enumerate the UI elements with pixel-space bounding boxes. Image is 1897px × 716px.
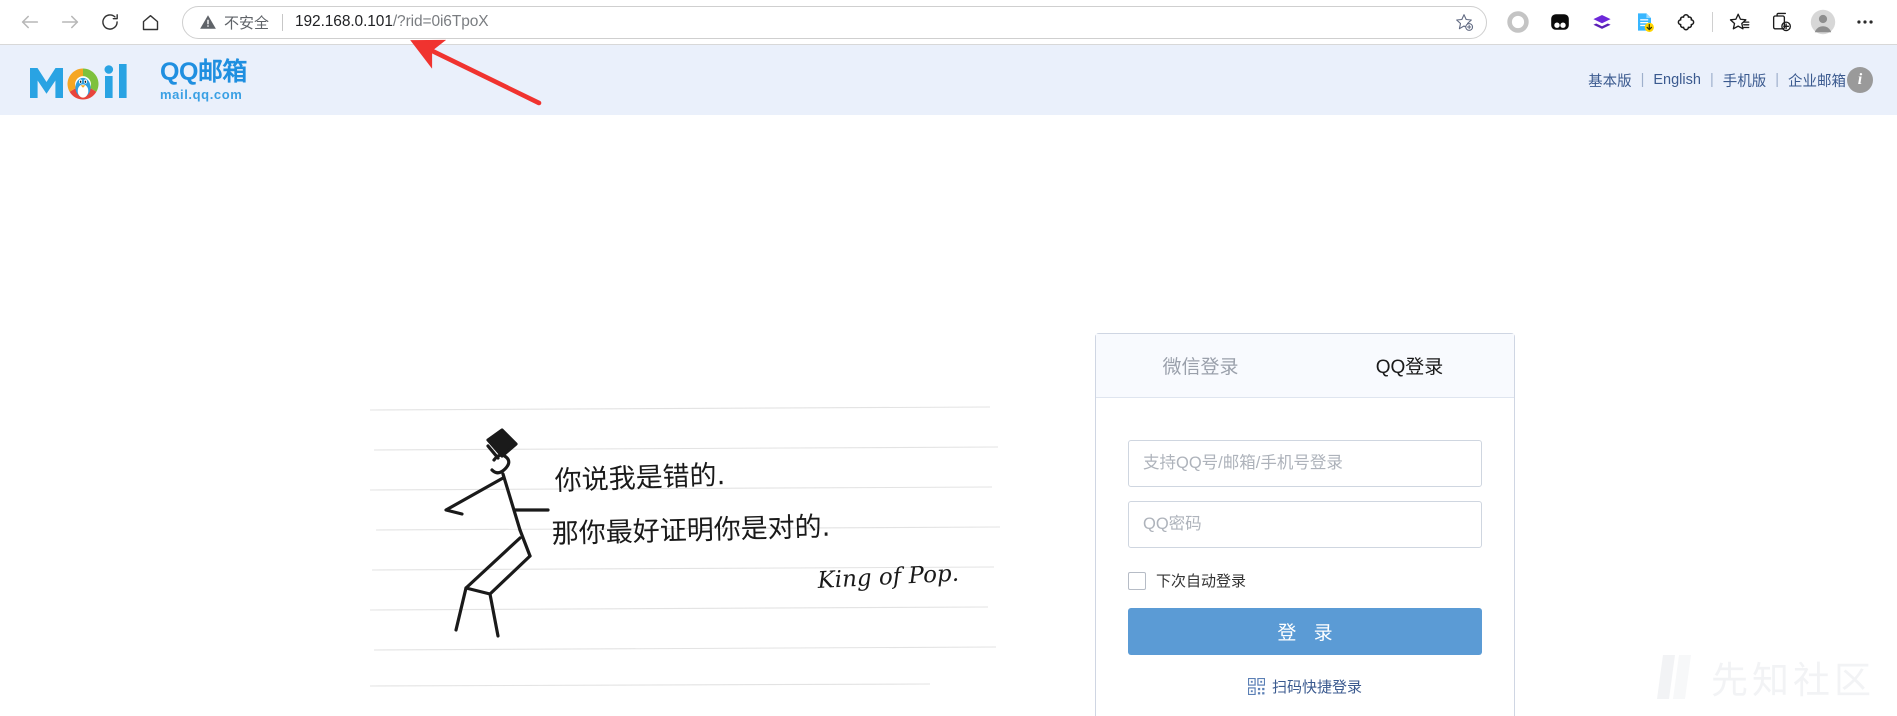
login-form: 下次自动登录 登 录 扫码快捷登录 xyxy=(1096,398,1514,697)
url-text[interactable]: 192.168.0.101/?rid=0i6TpoX xyxy=(295,13,1448,31)
toolbar-divider xyxy=(1712,12,1713,32)
header-link-enterprise[interactable]: 企业邮箱 xyxy=(1779,70,1855,91)
tab-wechat-login[interactable]: 微信登录 xyxy=(1096,334,1305,397)
security-label: 不安全 xyxy=(224,12,269,33)
watermark-logo-icon xyxy=(1657,651,1697,703)
url-host: 192.168.0.101 xyxy=(295,13,393,30)
home-icon xyxy=(140,12,161,33)
diamond-purple-icon xyxy=(1590,10,1614,34)
forward-button[interactable] xyxy=(50,5,90,39)
site-watermark: 先知社区 xyxy=(1657,650,1875,704)
extension-dark-icon-button[interactable] xyxy=(1539,5,1581,39)
favorites-star-icon-button[interactable] xyxy=(1718,5,1760,39)
mail-logo-icon xyxy=(26,56,154,104)
extensions-puzzle-icon xyxy=(1674,10,1698,34)
handwriting-line-3: King of Pop. xyxy=(816,561,960,594)
add-favorite-button[interactable] xyxy=(1448,6,1480,38)
address-bar[interactable]: 不安全 192.168.0.101/?rid=0i6TpoX xyxy=(182,6,1487,39)
remember-me-row[interactable]: 下次自动登录 xyxy=(1128,570,1482,591)
logo-title: QQ邮箱 xyxy=(160,60,247,85)
back-arrow-icon xyxy=(19,11,41,33)
diamond-purple-icon-button[interactable] xyxy=(1581,5,1623,39)
remember-me-label: 下次自动登录 xyxy=(1156,570,1246,591)
password-input[interactable] xyxy=(1128,501,1482,548)
reload-icon xyxy=(100,12,120,32)
account-input[interactable] xyxy=(1128,440,1482,487)
circle-loading-icon-button[interactable] xyxy=(1497,5,1539,39)
warning-triangle-icon xyxy=(199,13,217,31)
more-dots-icon xyxy=(1854,11,1876,33)
logo-text-block: QQ邮箱 mail.qq.com xyxy=(160,60,247,101)
home-button[interactable] xyxy=(130,5,170,39)
download-file-icon xyxy=(1632,10,1656,34)
login-tab-bar: 微信登录 QQ登录 xyxy=(1096,334,1514,398)
login-submit-button[interactable]: 登 录 xyxy=(1128,608,1482,655)
circle-loading-icon xyxy=(1506,10,1530,34)
reload-button[interactable] xyxy=(90,5,130,39)
qr-login-label: 扫码快捷登录 xyxy=(1272,676,1362,697)
handwriting-line-1: 你说我是错的. xyxy=(554,460,726,497)
stick-figure xyxy=(446,430,548,636)
forward-arrow-icon xyxy=(59,11,81,33)
header-link-mobile[interactable]: 手机版 xyxy=(1714,70,1776,91)
page-content: 你说我是错的. 那你最好证明你是对的. King of Pop. 微信登录 QQ… xyxy=(0,115,1897,716)
back-button[interactable] xyxy=(10,5,50,39)
collections-add-icon xyxy=(1770,11,1793,34)
tab-qq-login[interactable]: QQ登录 xyxy=(1305,334,1514,397)
security-status[interactable]: 不安全 xyxy=(199,12,269,33)
logo-domain: mail.qq.com xyxy=(160,88,247,101)
qr-login-link[interactable]: 扫码快捷登录 xyxy=(1128,676,1482,697)
handwriting-illustration: 你说我是错的. 那你最好证明你是对的. King of Pop. xyxy=(370,398,1010,698)
favorites-star-icon xyxy=(1728,11,1751,34)
extensions-puzzle-icon-button[interactable] xyxy=(1665,5,1707,39)
extension-dark-icon xyxy=(1548,10,1572,34)
header-link-group: 基本版 | English | 手机版 | 企业邮箱 i xyxy=(1579,67,1873,93)
login-panel: 微信登录 QQ登录 下次自动登录 登 录 xyxy=(1095,333,1515,716)
omnibox-divider xyxy=(282,14,283,31)
url-query: /?rid=0i6TpoX xyxy=(393,13,489,30)
collections-icon-button[interactable] xyxy=(1760,5,1802,39)
download-file-icon-button[interactable] xyxy=(1623,5,1665,39)
site-header: QQ邮箱 mail.qq.com 基本版 | English | 手机版 | 企… xyxy=(0,45,1897,115)
watermark-text: 先知社区 xyxy=(1711,650,1875,704)
toolbar-extension-icons xyxy=(1497,5,1886,39)
header-link-basic[interactable]: 基本版 xyxy=(1579,70,1641,91)
star-plus-icon xyxy=(1454,12,1474,32)
mail-wordmark-icon xyxy=(26,56,154,104)
remember-me-checkbox[interactable] xyxy=(1128,572,1146,590)
info-icon[interactable]: i xyxy=(1847,67,1873,93)
profile-avatar-button[interactable] xyxy=(1802,5,1844,39)
profile-avatar-icon xyxy=(1810,9,1836,35)
handwriting-line-2: 那你最好证明你是对的. xyxy=(551,512,830,550)
header-link-english[interactable]: English xyxy=(1644,72,1710,88)
browser-toolbar: 不安全 192.168.0.101/?rid=0i6TpoX xyxy=(0,0,1897,45)
qr-code-icon xyxy=(1248,678,1265,695)
settings-more-button[interactable] xyxy=(1844,5,1886,39)
site-logo[interactable]: QQ邮箱 mail.qq.com xyxy=(26,56,247,104)
